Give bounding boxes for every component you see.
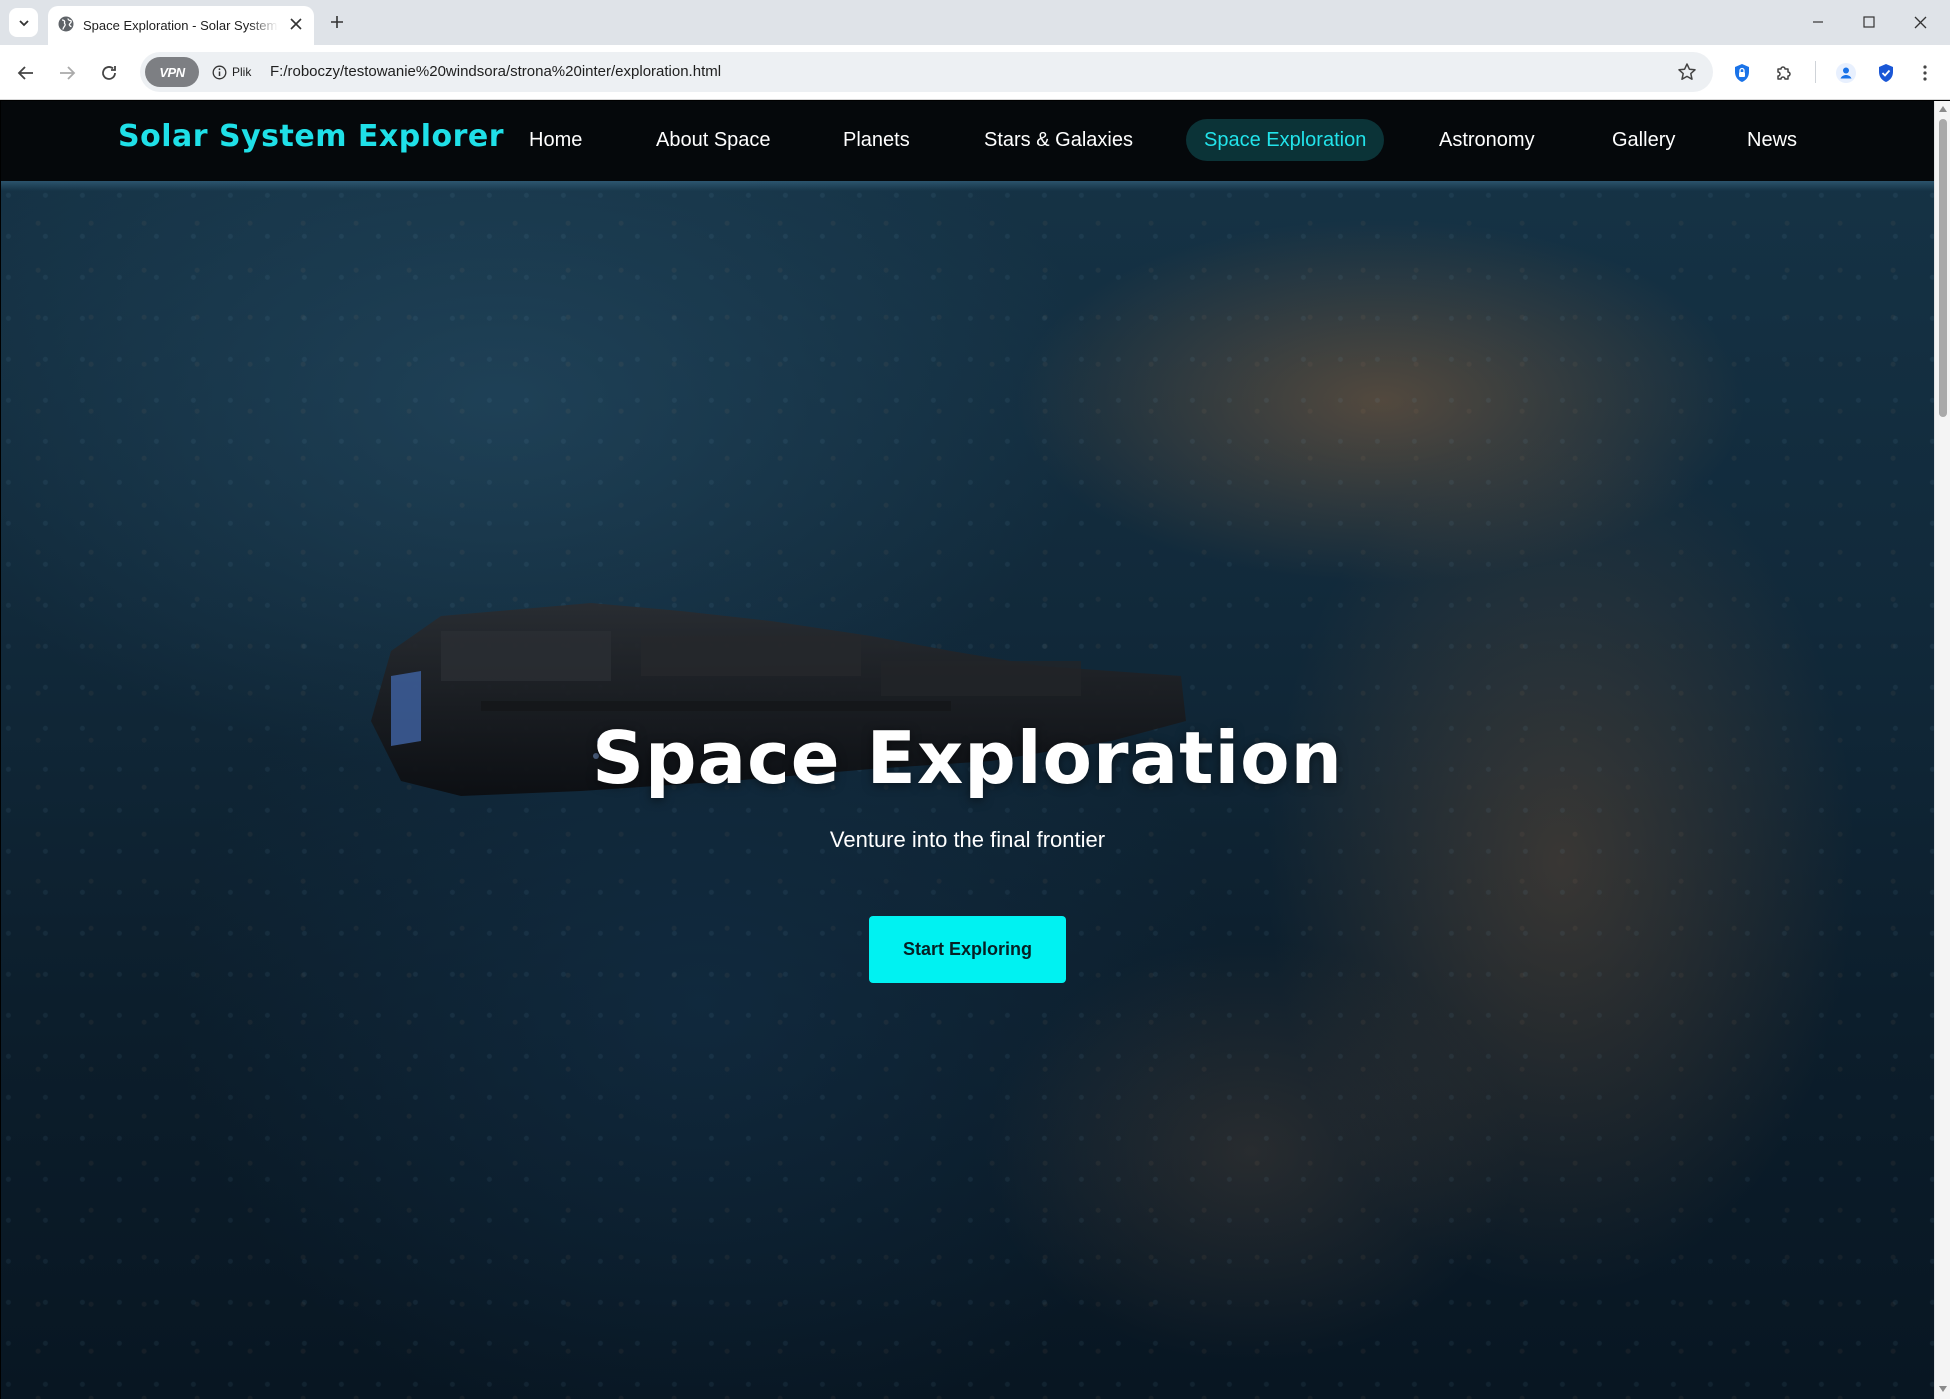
security-extension-button[interactable] — [1870, 57, 1902, 89]
tab-title: Space Exploration - Solar System Explore… — [83, 18, 278, 33]
toolbar-divider — [1815, 61, 1816, 83]
browser-tab[interactable]: Space Exploration - Solar System Explore… — [48, 6, 314, 45]
nav-link-stars-galaxies[interactable]: Stars & Galaxies — [966, 119, 1151, 161]
site-logo[interactable]: Solar System Explorer — [118, 119, 504, 154]
site-info-label: Plik — [232, 65, 252, 79]
close-tab-button[interactable] — [284, 12, 308, 36]
plus-icon — [331, 16, 343, 28]
extension-shield-button[interactable] — [1726, 57, 1758, 89]
info-icon — [212, 65, 227, 79]
site-navbar: Solar System Explorer Home About Space P… — [1, 101, 1934, 181]
avatar-icon — [1836, 63, 1856, 83]
forward-button[interactable] — [51, 57, 83, 89]
scroll-down-arrow[interactable] — [1938, 1384, 1948, 1394]
scroll-up-arrow[interactable] — [1938, 104, 1948, 114]
hero-subtitle: Venture into the final frontier — [829, 827, 1106, 852]
nav-link-about-space[interactable]: About Space — [638, 119, 789, 161]
new-tab-button[interactable] — [324, 9, 350, 35]
extensions-button[interactable] — [1768, 57, 1800, 89]
puzzle-icon — [1777, 66, 1791, 80]
nav-link-news[interactable]: News — [1729, 119, 1815, 161]
arrow-right-icon — [60, 66, 76, 80]
nav-link-astronomy[interactable]: Astronomy — [1421, 119, 1553, 161]
nav-link-planets[interactable]: Planets — [825, 119, 928, 161]
maximize-icon — [1863, 16, 1875, 28]
nav-link-home[interactable]: Home — [511, 119, 600, 161]
bookmark-button[interactable] — [1672, 57, 1702, 87]
browser-tab-strip: Space Exploration - Solar System Explore… — [0, 0, 1950, 45]
address-bar[interactable]: VPN Plik F:/roboczy/testowanie%20windsor… — [140, 52, 1713, 92]
site-info-button[interactable]: Plik — [204, 57, 261, 87]
back-button[interactable] — [10, 57, 42, 89]
minimize-icon — [1813, 21, 1823, 23]
profile-button[interactable] — [1830, 57, 1862, 89]
minimize-button[interactable] — [1798, 6, 1838, 38]
close-icon — [290, 18, 302, 30]
scrollbar-thumb[interactable] — [1939, 119, 1947, 417]
close-window-button[interactable] — [1900, 6, 1940, 38]
tab-search-button[interactable] — [9, 8, 38, 37]
reload-icon — [102, 66, 116, 80]
url-text[interactable]: F:/roboczy/testowanie%20windsora/strona%… — [270, 63, 721, 80]
close-icon — [1914, 16, 1926, 28]
shield-lock-icon — [1735, 64, 1749, 82]
page-scrollbar[interactable] — [1934, 101, 1950, 1399]
start-exploring-button[interactable]: Start Exploring — [869, 916, 1066, 983]
vpn-button[interactable]: VPN — [145, 57, 199, 87]
nav-link-space-exploration[interactable]: Space Exploration — [1186, 119, 1385, 161]
hero-title: Space Exploration — [592, 716, 1343, 800]
shield-check-icon — [1879, 64, 1893, 82]
globe-icon — [58, 16, 74, 32]
star-icon — [1678, 63, 1696, 80]
chevron-down-icon — [18, 19, 29, 26]
browser-toolbar: VPN Plik F:/roboczy/testowanie%20windsor… — [0, 45, 1950, 100]
browser-menu-button[interactable] — [1909, 57, 1941, 89]
arrow-left-icon — [17, 66, 33, 80]
nav-link-gallery[interactable]: Gallery — [1594, 119, 1693, 161]
caret-up-icon — [1939, 106, 1947, 112]
page-viewport: Solar System Explorer Home About Space P… — [1, 101, 1934, 1399]
more-vertical-icon — [1923, 65, 1927, 81]
reload-button[interactable] — [93, 57, 125, 89]
caret-down-icon — [1939, 1386, 1947, 1392]
navbar-glow — [1, 181, 1934, 191]
maximize-button[interactable] — [1849, 6, 1889, 38]
